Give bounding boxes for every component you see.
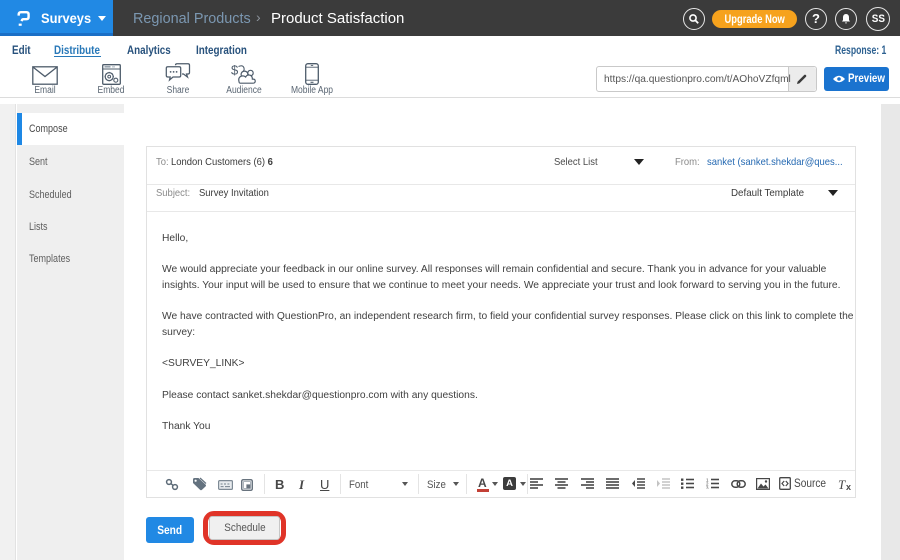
svg-text:$: $: [231, 63, 239, 78]
svg-text:3: 3: [706, 485, 709, 489]
